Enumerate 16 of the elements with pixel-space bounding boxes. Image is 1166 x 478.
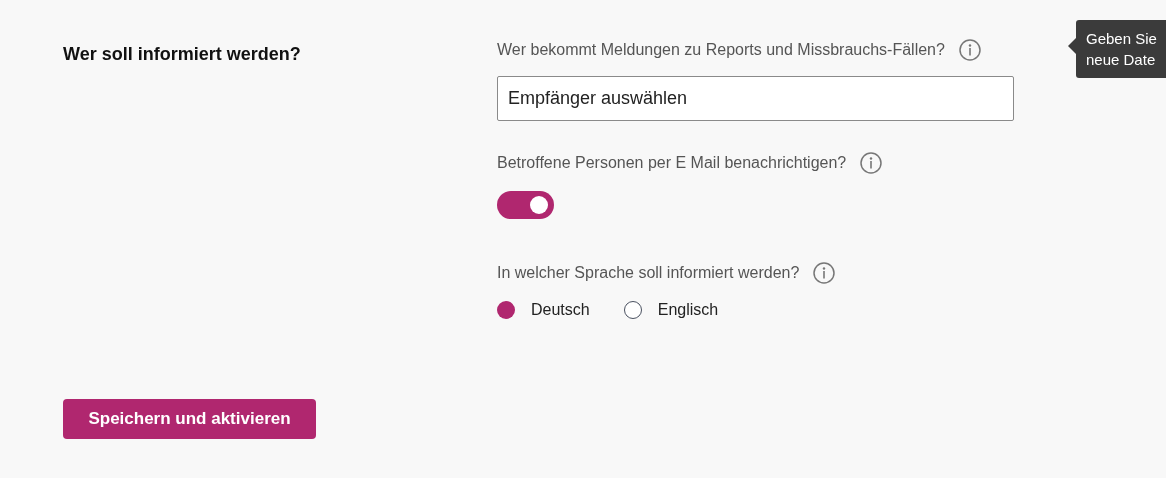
info-icon[interactable] xyxy=(860,152,883,174)
field-label: Wer bekommt Meldungen zu Reports und Missbrauchs-Fällen? xyxy=(497,41,945,59)
radio-label: Deutsch xyxy=(531,301,590,319)
field-label: In welcher Sprache soll informiert werden? xyxy=(497,264,800,282)
info-icon[interactable] xyxy=(958,39,981,61)
field-label: Betroffene Personen per E Mail benachrichtigen? xyxy=(497,154,847,172)
tooltip-text: Geben Sie xyxy=(1086,29,1158,49)
tooltip-text: neue Date xyxy=(1086,50,1157,70)
save-button[interactable]: Speichern und aktivieren xyxy=(63,399,316,439)
info-icon[interactable] xyxy=(813,262,836,284)
radio-label: Englisch xyxy=(657,301,719,319)
recipient-field[interactable]: Empfänger auswählen xyxy=(497,76,1014,121)
radio-button[interactable] xyxy=(623,301,642,319)
notify-toggle[interactable] xyxy=(497,191,554,219)
radio-button[interactable] xyxy=(497,301,515,319)
section-title: Wer soll informiert werden? xyxy=(63,44,302,65)
